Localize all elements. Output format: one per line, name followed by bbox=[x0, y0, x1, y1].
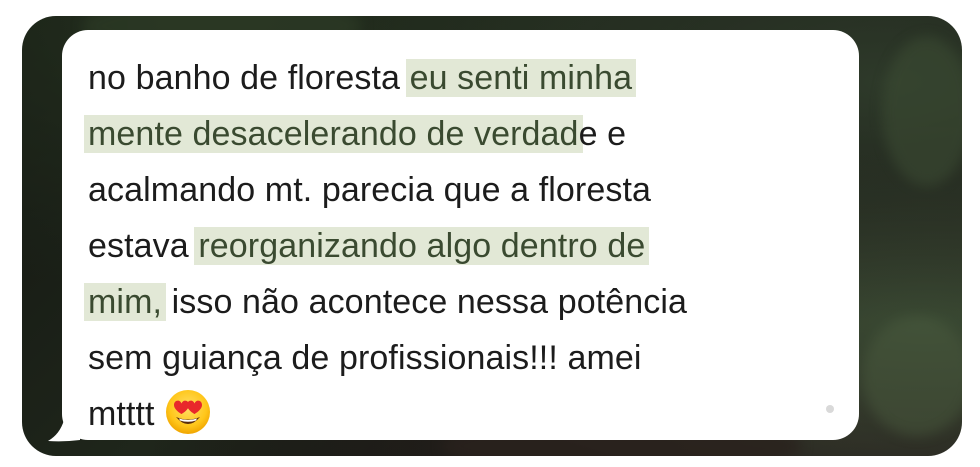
message-line-5: mim, isso não acontece nessa potência bbox=[84, 274, 848, 330]
message-text-segment: isso não acontece nessa potência bbox=[162, 283, 688, 321]
heart-eyes-emoji-icon bbox=[165, 390, 210, 435]
message-line-1: no banho de floresta eu senti minha bbox=[88, 50, 848, 106]
message-line-2: mente desacelerando de verdade e bbox=[84, 106, 848, 162]
message-text-segment: e e bbox=[578, 115, 627, 153]
message-line-7: mtttt bbox=[88, 386, 848, 442]
message-text-segment: mtttt bbox=[88, 395, 155, 433]
message-text-segment: no banho de floresta bbox=[88, 59, 410, 97]
message-text-segment: acalmando mt. parecia que a floresta bbox=[88, 171, 652, 209]
wallpaper-foliage bbox=[882, 36, 962, 186]
message-text-segment: sem guiança de profissionais!!! amei bbox=[88, 339, 642, 377]
message-text[interactable]: no banho de floresta eu senti minha ment… bbox=[84, 50, 848, 442]
wallpaper-moss bbox=[862, 316, 962, 436]
highlighted-phrase: mente desacelerando de verdad bbox=[84, 115, 583, 153]
message-line-3: acalmando mt. parecia que a floresta bbox=[88, 162, 848, 218]
message-line-6: sem guiança de profissionais!!! amei bbox=[88, 330, 848, 386]
message-text-segment: estava bbox=[88, 227, 199, 265]
message-line-4: estava reorganizando algo dentro de bbox=[88, 218, 848, 274]
highlighted-phrase: reorganizando algo dentro de bbox=[194, 227, 650, 265]
screenshot: no banho de floresta eu senti minha ment… bbox=[0, 0, 980, 467]
highlighted-phrase: eu senti minha bbox=[405, 59, 637, 97]
read-indicator bbox=[826, 405, 834, 413]
highlighted-phrase: mim, bbox=[84, 283, 167, 321]
